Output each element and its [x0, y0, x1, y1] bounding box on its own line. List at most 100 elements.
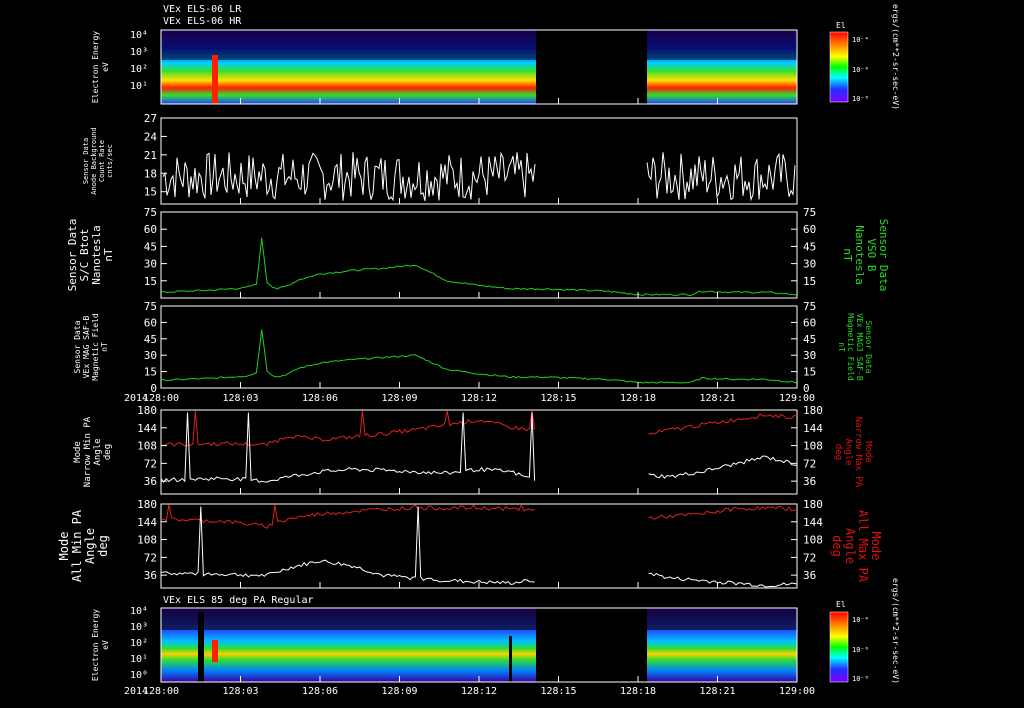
saf-ylabel-1: Sensor Data: [73, 320, 82, 373]
y-tick-label-left-2: 30: [144, 349, 157, 362]
spectrogram-bottom-ytick-2: 10³: [130, 622, 148, 633]
y-tick-label-left-3: 60: [144, 223, 157, 236]
y-tick-label-right-4: 60: [803, 316, 816, 329]
saf-trace: [160, 329, 798, 384]
saf-ylabel-2: VEx MAG SAF-B: [82, 316, 91, 379]
y-tick-label-right-1: 15: [803, 366, 816, 379]
panel-spectrogram-bottom: 10⁴ 10³ 10² 10¹ 10⁰ Electron Energy eV: [91, 606, 798, 683]
npa-ylabel-right-4: deg: [833, 444, 843, 460]
apa-ylabel-3: Angle: [83, 528, 97, 564]
y-tick-label-right-1: 72: [803, 551, 816, 564]
spectrogram-top-noise-b: [647, 30, 797, 60]
spectrogram-bottom-gap-2: [509, 636, 512, 682]
y-tick-label-left-4: 180: [137, 498, 157, 511]
spectrogram-top-ylabel-1: Electron Energy: [91, 31, 100, 103]
panel-spectrogram-top: 10⁴ 10³ 10² 10¹ Electron Energy eV: [91, 29, 798, 105]
btot-trace: [160, 237, 798, 296]
panel-sc-btot: 15304560751530456075 Sensor Data S/C Bto…: [66, 206, 890, 299]
apa-ylabel-right-3: Angle: [843, 528, 857, 564]
x-tick-label-6: 128:18: [620, 686, 656, 697]
btot-ylabel-right-4: nT: [841, 248, 854, 262]
y-tick-label-left-2: 108: [137, 534, 157, 547]
spectrogram-top-ytick-3: 10²: [130, 64, 148, 75]
time-axis-mid: 2014 128:00 128:03 128:06 128:09 128:12 128:1…: [124, 98, 815, 404]
saf-ylabel-right-3: Magnetic Field: [846, 313, 855, 381]
y-tick-label-left-1: 18: [144, 167, 157, 180]
y-tick-label-right-1: 72: [803, 457, 816, 470]
els-summary-figure: VEx ELS-06 LR VEx ELS-06 HR VEx ELS 85 d…: [57, 4, 900, 697]
npa-ylabel-4: deg: [103, 444, 113, 460]
all-min-pa-trace-b: [648, 572, 798, 588]
anode-ylabel-2: Anode Background: [90, 127, 98, 194]
y-tick-label-left-1: 15: [144, 366, 157, 379]
anode-ylabel-4: cnts/sec: [106, 144, 114, 178]
colorbar-top-tick-1: 10⁻⁴: [852, 36, 869, 44]
narrow-max-pa-trace-a: [160, 410, 536, 447]
y-tick-label-left-1: 72: [144, 457, 157, 470]
npa-ylabel-right-1: Mode: [863, 441, 873, 463]
panel-all-pa: 36 72 108 144 180 36 72 108 144 180 Mode All Min …: [57, 498, 883, 589]
y-tick-label-left-0: 36: [144, 475, 157, 488]
panel-narrow-pa: 36 72 108 144 180 36 72 108 144 180 Mode Narrow M…: [73, 404, 873, 495]
npa-ylabel-1: Mode: [73, 441, 83, 463]
apa-ylabel-1: Mode: [57, 532, 71, 561]
colorbar-bottom: El 10⁻⁴ 10⁻⁶ 10⁻⁸: [829, 600, 869, 683]
narrow-min-pa-trace-a: [160, 412, 536, 483]
y-tick-label-right-0: 36: [803, 569, 816, 582]
spectrogram-top-ytick-2: 10³: [130, 47, 148, 58]
spectrogram-bottom-spike: [212, 640, 218, 662]
spectrogram-top-ylabel-2: eV: [101, 62, 110, 72]
saf-ylabel-4: nT: [100, 342, 109, 352]
x-tick-label-3: 128:09: [381, 686, 417, 697]
anode-trace-a: [162, 151, 536, 202]
spectrogram-bottom-ylabel-1: Electron Energy: [91, 609, 100, 681]
y-tick-label-left-2: 21: [144, 149, 157, 162]
anode-ylabel-3: Count Rate: [98, 140, 106, 182]
x-tick-label-2: 128:06: [302, 393, 338, 404]
saf-ylabel-right-2: VEx MAG3 SAF-B: [855, 313, 864, 381]
colorbar-top-tick-3: 10⁻⁸: [852, 95, 869, 103]
y-tick-label-right-3: 144: [803, 422, 823, 435]
colorbar-bottom-title: El: [836, 600, 846, 609]
title-lr: VEx ELS-06 LR: [163, 4, 242, 15]
x-tick-label-7: 128:21: [699, 393, 735, 404]
apa-ylabel-4: deg: [96, 535, 110, 557]
saf-ylabel-3: Magnetic Field: [91, 313, 100, 381]
title-85deg: VEx ELS 85 deg PA Regular: [163, 595, 314, 606]
saf-y-ticks: 0153045607501530456075: [144, 300, 817, 395]
y-tick-label-left-2: 45: [144, 240, 157, 253]
colorbar-bottom-bar: [829, 611, 849, 683]
y-tick-label-left-0: 36: [144, 569, 157, 582]
spectrogram-bottom-ylabel-2: eV: [101, 640, 110, 650]
spectrogram-bottom-ytick-5: 10⁰: [130, 670, 148, 681]
x-tick-label-5: 128:15: [540, 686, 576, 697]
narrow-pa-y-ticks: 36 72 108 144 180 36 72 108 144 180: [137, 404, 823, 488]
btot-ylabel-4: nT: [102, 248, 115, 262]
y-tick-label-left-0: 15: [144, 275, 157, 288]
panel-mag-saf-b: 0153045607501530456075 Sensor Data VEx M…: [73, 300, 873, 395]
colorbar-top-tick-2: 10⁻⁶: [852, 66, 869, 74]
spectrogram-bottom-ytick-1: 10⁴: [130, 606, 148, 617]
y-tick-label-left-4: 180: [137, 404, 157, 417]
spectrogram-top-ytick-1: 10⁴: [130, 30, 148, 41]
y-tick-label-left-3: 144: [137, 516, 157, 529]
y-tick-label-right-5: 75: [803, 300, 816, 313]
spectrogram-bottom-noise-a: [161, 608, 536, 630]
y-tick-label-left-3: 45: [144, 333, 157, 346]
y-tick-label-right-2: 45: [803, 240, 816, 253]
y-tick-label-left-0: 15: [144, 186, 157, 199]
spectrogram-bottom-ytick-3: 10²: [130, 638, 148, 649]
x-tick-label-4: 128:12: [461, 686, 497, 697]
x-tick-label-6: 128:18: [620, 393, 656, 404]
npa-ylabel-3: Angle: [93, 438, 103, 465]
apa-ylabel-right-1: Mode: [869, 532, 883, 561]
spectrogram-bottom-ytick-4: 10¹: [130, 654, 148, 665]
y-tick-label-left-5: 75: [144, 300, 157, 313]
narrow-max-pa-trace-b: [648, 413, 797, 435]
y-tick-label-right-3: 45: [803, 333, 816, 346]
saf-ylabel-right-1: Sensor Data: [864, 321, 873, 374]
anode-frame: [160, 117, 798, 205]
y-tick-label-right-2: 30: [803, 349, 816, 362]
all-min-pa-trace-a: [160, 506, 535, 586]
y-tick-label-right-2: 108: [803, 534, 823, 547]
